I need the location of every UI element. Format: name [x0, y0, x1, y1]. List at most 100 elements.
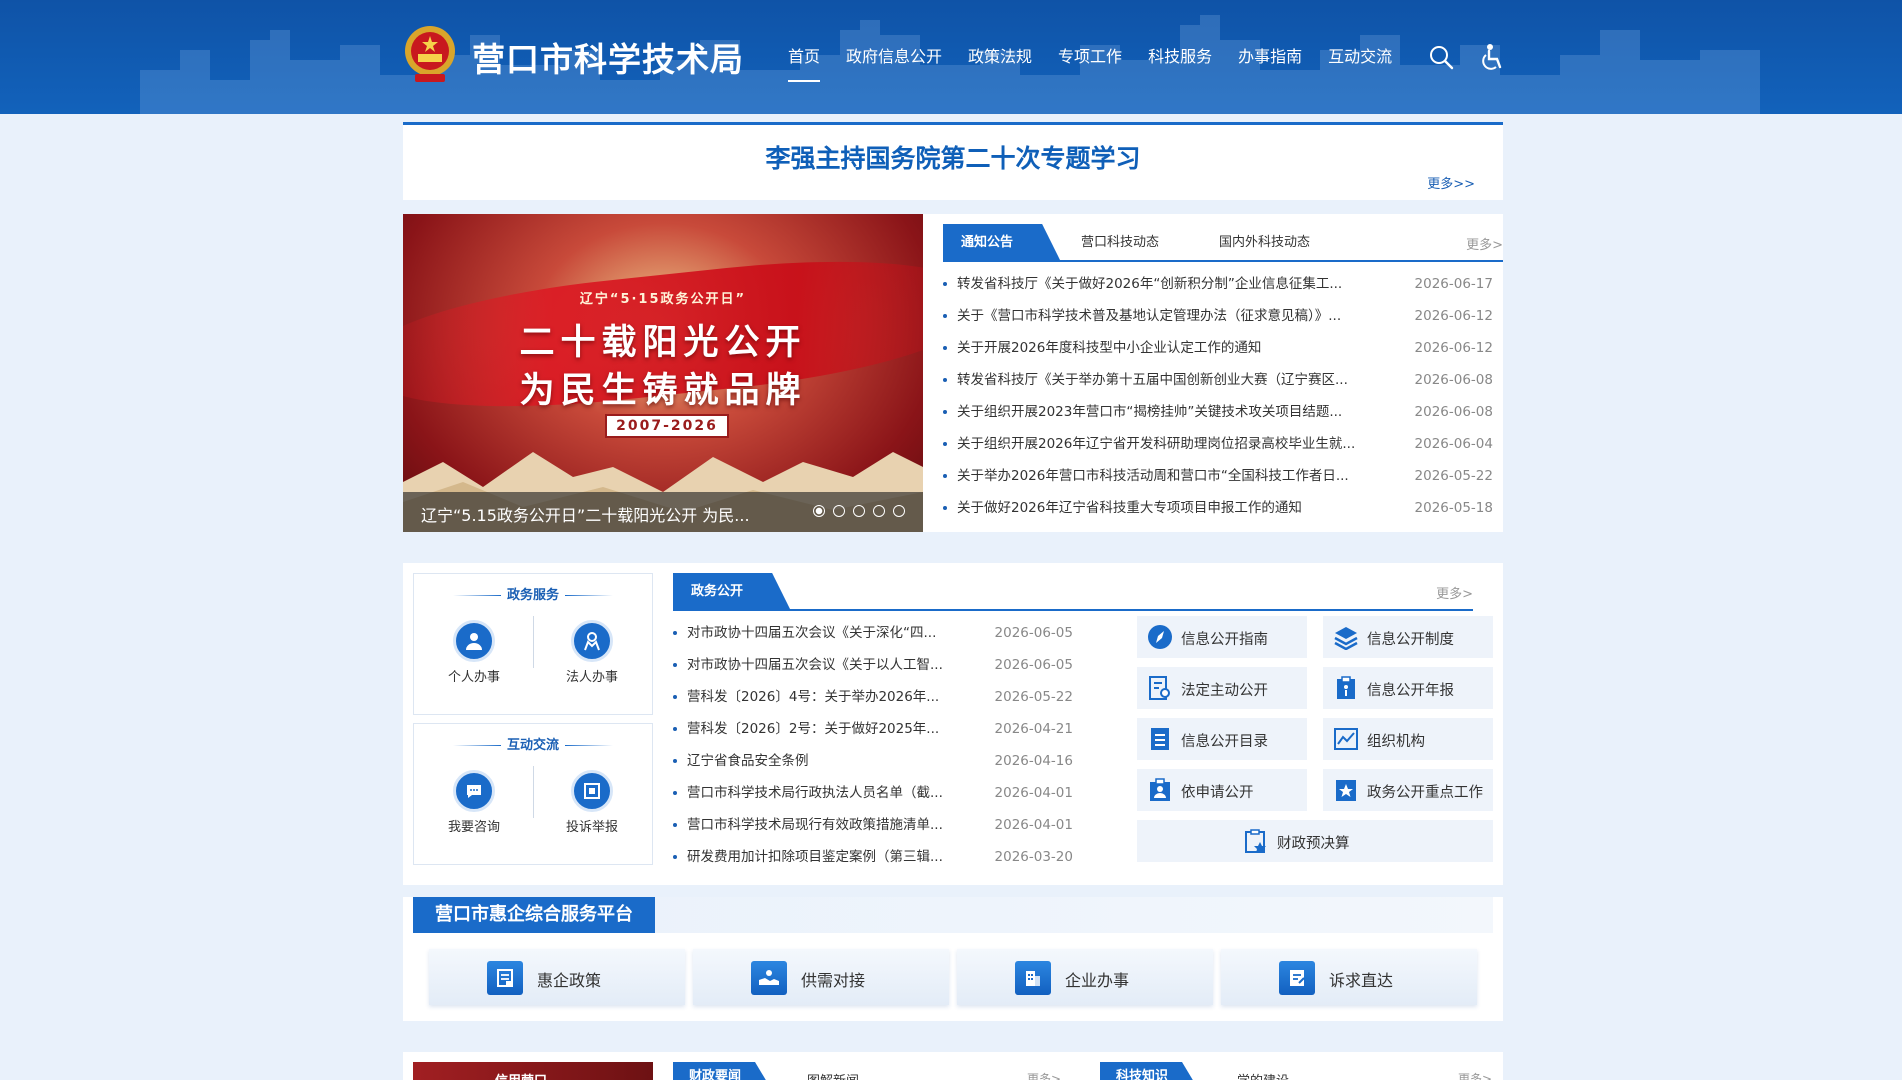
complaint-button[interactable]: 投诉举报 [542, 770, 642, 835]
nav-special-work[interactable]: 专项工作 [1058, 0, 1122, 114]
accessibility-icon[interactable] [1480, 43, 1506, 71]
enterprise-affairs-label: 企业办事 [1065, 971, 1130, 990]
apply-disclosure-button[interactable]: 依申请公开 [1137, 769, 1307, 811]
gov-open-more-link[interactable]: 更多> [1436, 583, 1473, 602]
headline-more-link[interactable]: 更多>> [1427, 173, 1475, 192]
list-item[interactable]: 营科发〔2026〕2号：关于做好2025年... 2026-04-21 [673, 713, 1073, 745]
news-title[interactable]: 关于做好2026年辽宁省科技重大专项项目申报工作的通知 [957, 492, 1387, 524]
bottom-right-more-link[interactable]: 更多> [1458, 1070, 1492, 1080]
news-date: 2026-06-08 [1414, 404, 1493, 420]
tab-notice[interactable]: 通知公告 [943, 224, 1061, 262]
enterprise-policy-label: 惠企政策 [537, 971, 602, 990]
grid-label: 信息公开年报 [1367, 683, 1454, 699]
enterprise-policy-button[interactable]: 惠企政策 [429, 949, 685, 1005]
nav-interaction[interactable]: 互动交流 [1328, 0, 1392, 114]
list-item[interactable]: 研发费用加计扣除项目鉴定案例（第三辑... 2026-03-20 [673, 841, 1073, 873]
report-icon [1337, 676, 1355, 699]
notice-more-link[interactable]: 更多> [1466, 234, 1503, 253]
list-item[interactable]: 关于做好2026年辽宁省科技重大专项项目申报工作的通知 2026-05-18 [943, 492, 1493, 524]
list-item[interactable]: 辽宁省食品安全条例 2026-04-16 [673, 745, 1073, 777]
news-title[interactable]: 转发省科技厅《关于做好2026年“创新积分制”企业信息征集工... [957, 268, 1387, 300]
list-item[interactable]: 营科发〔2026〕4号：关于举办2026年... 2026-05-22 [673, 681, 1073, 713]
budget-icon [1245, 829, 1266, 853]
list-item[interactable]: 关于开展2026年度科技型中小企业认定工作的通知 2026-06-12 [943, 332, 1493, 364]
credit-yingkou-banner[interactable]: 信用营口 [413, 1062, 653, 1080]
news-title[interactable]: 对市政协十四届五次会议《关于以人工智... [687, 649, 987, 681]
list-item[interactable]: 关于举办2026年营口市科技活动周和营口市“全国科技工作者日... 2026-05… [943, 460, 1493, 492]
news-title[interactable]: 关于组织开展2026年辽宁省开发科研助理岗位招录高校毕业生就... [957, 428, 1387, 460]
bottom-section: 信用营口 财政要闻 图解新闻 更多> 科技知识 学的建设 更多> [403, 1052, 1503, 1080]
news-date: 2026-04-01 [994, 817, 1073, 833]
tab-fiscal-news[interactable]: 财政要闻 [673, 1062, 773, 1080]
search-icon[interactable] [1428, 44, 1454, 70]
carousel-dot-4[interactable] [873, 505, 885, 517]
supply-demand-button[interactable]: 供需对接 [693, 949, 949, 1005]
nav-home[interactable]: 首页 [788, 0, 821, 114]
news-title[interactable]: 营科发〔2026〕4号：关于举办2026年... [687, 681, 987, 713]
list-item[interactable]: 关于《营口市科学技术普及基地认定管理办法（征求意见稿）》... 2026-06-1… [943, 300, 1493, 332]
direct-appeal-button[interactable]: 诉求直达 [1221, 949, 1477, 1005]
info-disclosure-guide-button[interactable]: 信息公开指南 [1137, 616, 1307, 658]
grid-label: 财政预决算 [1277, 836, 1350, 852]
nav-guide[interactable]: 办事指南 [1238, 0, 1302, 114]
tab-tech-knowledge[interactable]: 科技知识 [1100, 1062, 1200, 1080]
list-item[interactable]: 转发省科技厅《关于做好2026年“创新积分制”企业信息征集工... 2026-06… [943, 268, 1493, 300]
headline-title[interactable]: 李强主持国务院第二十次专题学习 [403, 139, 1503, 175]
notice-tabbar: 通知公告 营口科技动态 国内外科技动态 更多> [943, 224, 1503, 262]
nav-gov-info[interactable]: 政府信息公开 [846, 0, 942, 114]
interaction-title: 互动交流 [414, 734, 652, 753]
news-title[interactable]: 营口市科学技术局现行有效政策措施清单... [687, 809, 987, 841]
news-title[interactable]: 关于开展2026年度科技型中小企业认定工作的通知 [957, 332, 1387, 364]
site-title[interactable]: 营口市科学技术局 [472, 33, 744, 81]
news-title[interactable]: 关于《营口市科学技术普及基地认定管理办法（征求意见稿）》... [957, 300, 1387, 332]
list-item[interactable]: 转发省科技厅《关于举办第十五届中国创新创业大赛（辽宁赛区... 2026-06-0… [943, 364, 1493, 396]
list-item[interactable]: 关于组织开展2026年辽宁省开发科研助理岗位招录高校毕业生就... 2026-06… [943, 428, 1493, 460]
news-title[interactable]: 转发省科技厅《关于举办第十五届中国创新创业大赛（辽宁赛区... [957, 364, 1387, 396]
complaint-label: 投诉举报 [565, 820, 618, 835]
fiscal-budget-button[interactable]: 财政预决算 [1137, 820, 1493, 862]
slide-kicker: 辽宁“5·15政务公开日” [579, 292, 747, 307]
news-title[interactable]: 营科发〔2026〕2号：关于做好2025年... [687, 713, 987, 745]
nav-policy[interactable]: 政策法规 [968, 0, 1032, 114]
slide-headline-2: 为民生铸就品牌 [519, 370, 807, 411]
news-title[interactable]: 辽宁省食品安全条例 [687, 745, 987, 777]
feedback-icon [1279, 961, 1315, 995]
enterprise-affairs-button[interactable]: 企业办事 [957, 949, 1213, 1005]
list-item[interactable]: 对市政协十四届五次会议《关于深化“四... 2026-06-05 [673, 617, 1073, 649]
consult-button[interactable]: 我要咨询 [424, 770, 524, 835]
personal-affairs-button[interactable]: 个人办事 [424, 620, 524, 685]
key-work-button[interactable]: 政务公开重点工作 [1323, 769, 1493, 811]
carousel-dot-1[interactable] [813, 505, 825, 517]
info-disclosure-system-button[interactable]: 信息公开制度 [1323, 616, 1493, 658]
info-catalog-button[interactable]: 信息公开目录 [1137, 718, 1307, 760]
news-title[interactable]: 研发费用加计扣除项目鉴定案例（第三辑... [687, 841, 987, 873]
carousel-dot-2[interactable] [833, 505, 845, 517]
gov-open-list: 对市政协十四届五次会议《关于深化“四... 2026-06-05 对市政协十四届五… [673, 617, 1073, 873]
organization-button[interactable]: 组织机构 [1323, 718, 1493, 760]
personal-affairs-label: 个人办事 [447, 670, 500, 685]
news-title[interactable]: 关于举办2026年营口市科技活动周和营口市“全国科技工作者日... [957, 460, 1387, 492]
list-item[interactable]: 营口市科学技术局现行有效政策措施清单... 2026-04-01 [673, 809, 1073, 841]
news-date: 2026-06-04 [1414, 436, 1493, 452]
list-item[interactable]: 营口市科学技术局行政执法人员名单（截... 2026-04-01 [673, 777, 1073, 809]
list-item[interactable]: 关于组织开展2023年营口市“揭榜挂帅”关键技术攻关项目结题... 2026-06… [943, 396, 1493, 428]
legal-person-affairs-button[interactable]: 法人办事 [542, 620, 642, 685]
list-item[interactable]: 对市政协十四届五次会议《关于以人工智... 2026-06-05 [673, 649, 1073, 681]
slide-caption[interactable]: 辽宁“5.15政务公开日”二十载阳光公开 为民... [421, 502, 750, 526]
tab-global-tech-news[interactable]: 国内外科技动态 [1219, 224, 1310, 262]
tab-yingkou-tech-news[interactable]: 营口科技动态 [1081, 224, 1159, 262]
bottom-left-more-link[interactable]: 更多> [1027, 1070, 1061, 1080]
annual-report-button[interactable]: 信息公开年报 [1323, 667, 1493, 709]
news-carousel[interactable]: 辽宁“5·15政务公开日” 二十载阳光公开 为民生铸就品牌 2007-2026 … [403, 214, 923, 532]
statutory-disclosure-button[interactable]: 法定主动公开 [1137, 667, 1307, 709]
nav-tech-service[interactable]: 科技服务 [1148, 0, 1212, 114]
tab-gov-open[interactable]: 政务公开 [673, 573, 791, 611]
news-title[interactable]: 营口市科学技术局行政执法人员名单（截... [687, 777, 987, 809]
carousel-dot-5[interactable] [893, 505, 905, 517]
tab-party-building[interactable]: 学的建设 [1237, 1070, 1289, 1080]
tab-illustrated-news[interactable]: 图解新闻 [807, 1070, 859, 1080]
news-title[interactable]: 关于组织开展2023年营口市“揭榜挂帅”关键技术攻关项目结题... [957, 396, 1387, 428]
news-title[interactable]: 对市政协十四届五次会议《关于深化“四... [687, 617, 987, 649]
carousel-dot-3[interactable] [853, 505, 865, 517]
enterprise-platform-title[interactable]: 营口市惠企综合服务平台 [413, 897, 655, 933]
